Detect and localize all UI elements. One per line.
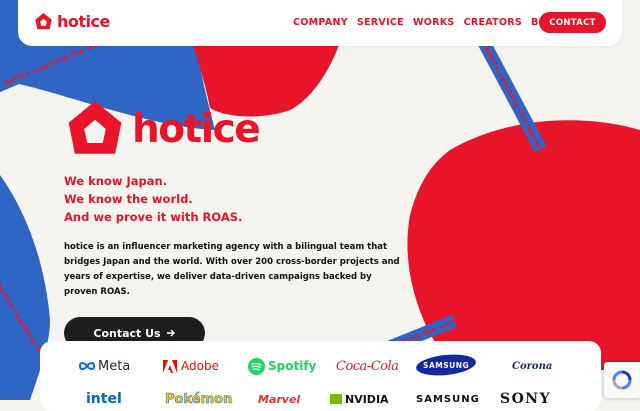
nav-service[interactable]: SERVICE [357, 17, 404, 28]
header-contact-button[interactable]: CONTACT [539, 12, 606, 33]
logo-samsung-2: SAMSUNG [416, 389, 480, 409]
logo-samsung-2-text: SAMSUNG [416, 393, 480, 405]
contact-us-label: Contact Us [93, 326, 161, 340]
hero-tagline: We know Japan. We know the world. And we… [64, 172, 242, 226]
nav-company[interactable]: COMPANY [293, 17, 348, 28]
header-logo[interactable]: hotice [34, 12, 110, 31]
logo-samsung: SAMSUNG [415, 351, 477, 379]
nav-works[interactable]: WORKS [413, 17, 455, 28]
hero-description: hotice is an influencer marketing agency… [64, 242, 400, 297]
recaptcha-badge[interactable] [604, 362, 640, 398]
header-brand-name: hotice [57, 12, 110, 31]
hotice-house-icon [35, 12, 52, 30]
meta-infinity-icon [78, 362, 96, 370]
hero-brand-name: hotice [132, 106, 261, 152]
tagline-line: We know Japan. [64, 174, 168, 188]
adobe-icon [163, 359, 177, 373]
logo-meta: Meta [78, 356, 130, 376]
logo-coca-cola: Coca-Cola [336, 356, 399, 376]
logo-corona: Corona [512, 356, 552, 376]
logo-marvel-text: Marvel [258, 392, 301, 406]
logo-coca-cola-text: Coca-Cola [336, 358, 399, 374]
logo-spotify: Spotify [248, 356, 316, 376]
logo-sony: SONY [500, 389, 551, 409]
logo-spotify-text: Spotify [268, 359, 317, 373]
nvidia-eye-icon [330, 394, 342, 404]
logo-adobe-text: Adobe [181, 359, 219, 373]
logo-sony-text: SONY [500, 391, 552, 407]
logo-intel: intel [86, 389, 122, 409]
logo-adobe: Adobe [163, 356, 219, 376]
hotice-house-icon [68, 101, 122, 154]
logo-nvidia-text: NVIDIA [345, 392, 389, 406]
logo-samsung-text: SAMSUNG [422, 360, 470, 370]
hero-logo: hotice [64, 97, 261, 161]
main-nav: COMPANY SERVICE WORKS CREATORS BLOG [293, 17, 561, 28]
spotify-icon [248, 357, 265, 375]
logo-marvel: Marvel [258, 389, 300, 409]
nav-creators[interactable]: CREATORS [464, 17, 523, 28]
client-logos-panel: Meta Adobe Spotify Coca-Cola SAMSUNG Cor… [40, 341, 601, 411]
logo-meta-text: Meta [98, 358, 131, 374]
logo-pokemon: Pokémon [165, 389, 233, 409]
tagline-line: We know the world. [64, 192, 193, 206]
arrow-right-icon [166, 329, 175, 337]
logo-nvidia: NVIDIA [330, 389, 389, 409]
logo-corona-text: Corona [512, 360, 553, 372]
logo-intel-text: intel [86, 391, 122, 407]
site-header: hotice COMPANY SERVICE WORKS CREATORS BL… [18, 0, 622, 46]
tagline-line: And we prove it with ROAS. [64, 210, 243, 224]
recaptcha-icon [612, 370, 632, 390]
logo-pokemon-text: Pokémon [165, 391, 233, 407]
